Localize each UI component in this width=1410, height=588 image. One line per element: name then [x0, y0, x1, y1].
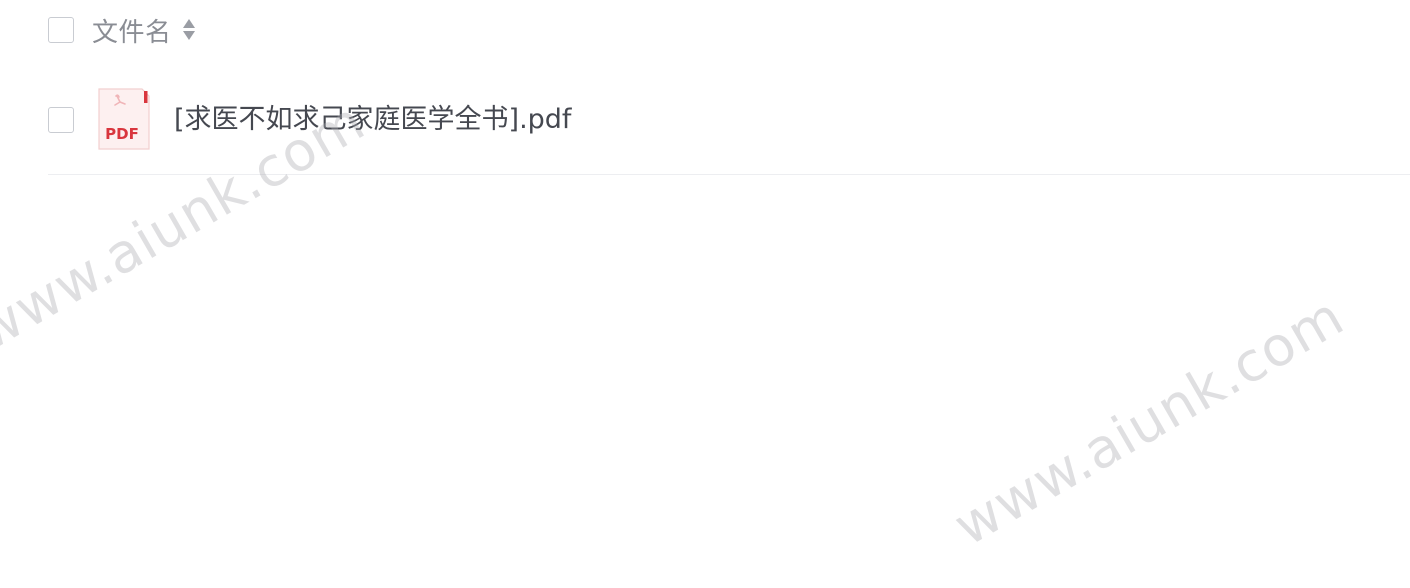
watermark-text: www.aiunk.com [943, 284, 1355, 558]
file-name-link[interactable]: [求医不如求己家庭医学全书].pdf [174, 100, 571, 140]
file-row[interactable]: PDF [求医不如求己家庭医学全书].pdf [48, 62, 1410, 175]
column-header-label: 文件名 [92, 17, 172, 48]
column-header-filename[interactable]: 文件名 [92, 12, 196, 48]
sort-ascending-arrow [182, 19, 195, 28]
pdf-file-icon: PDF [98, 88, 150, 150]
file-list: 文件名 PDF [求医不如求己家庭医学全书].pdf [48, 0, 1410, 176]
sort-descending-arrow [182, 31, 195, 40]
file-row-checkbox[interactable] [48, 107, 74, 133]
sort-updown-icon[interactable] [182, 18, 196, 42]
select-all-checkbox[interactable] [48, 17, 74, 43]
pdf-type-label: PDF [105, 125, 139, 143]
file-list-header: 文件名 [48, 0, 1410, 62]
